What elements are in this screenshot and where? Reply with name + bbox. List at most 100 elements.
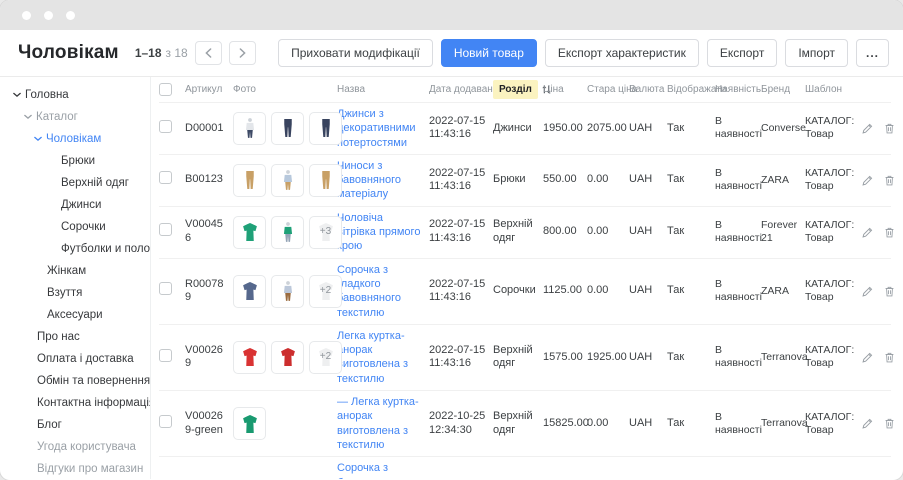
- table-row: V000269 +2Легка куртка-анорак виготовлена…: [159, 324, 891, 390]
- product-name-link[interactable]: Сорочка з гладкого бавовняного текстилю: [337, 263, 424, 320]
- sidebar-item-label: Блог: [37, 419, 62, 431]
- product-name-link[interactable]: Джинси з декоративними потертостями: [337, 107, 424, 150]
- product-photo[interactable]: [271, 112, 304, 145]
- more-photos-badge[interactable]: +2: [309, 341, 342, 374]
- sidebar-item-futbolky-i-polo[interactable]: Футболки и поло: [0, 238, 150, 260]
- hide-modifications-button[interactable]: Приховати модифікації: [278, 39, 433, 67]
- column-header-label[interactable]: Шаблон: [805, 84, 842, 95]
- row-select-cell: [159, 349, 185, 367]
- product-photo[interactable]: [271, 216, 304, 249]
- column-header-label[interactable]: Артикул: [185, 84, 222, 95]
- select-all-checkbox[interactable]: [159, 83, 172, 96]
- product-photo[interactable]: [271, 275, 304, 308]
- date-added-cell: 2022-07-1511:43:16: [429, 218, 493, 246]
- row-checkbox[interactable]: [159, 349, 172, 362]
- row-checkbox[interactable]: [159, 120, 172, 133]
- window-control-dot[interactable]: [66, 11, 75, 20]
- product-currency: UAH: [629, 173, 667, 187]
- product-photo[interactable]: [271, 164, 304, 197]
- sidebar-item-ugoda-korystuvacha[interactable]: Угода користувача: [0, 436, 150, 458]
- product-photo[interactable]: [309, 112, 342, 145]
- row-checkbox[interactable]: [159, 415, 172, 428]
- sidebar-item-vzuttya[interactable]: Взуття: [0, 282, 150, 304]
- sidebar-item-blog[interactable]: Блог: [0, 414, 150, 436]
- product-photo[interactable]: [309, 164, 342, 197]
- sidebar-item-golovna[interactable]: Головна: [0, 84, 150, 106]
- edit-button[interactable]: [861, 122, 874, 135]
- sidebar-item-oplata-i-dostavka[interactable]: Оплата і доставка: [0, 348, 150, 370]
- column-header-label[interactable]: Назва: [337, 84, 365, 95]
- import-button[interactable]: Імпорт: [785, 39, 848, 67]
- sidebar-item-obmin-ta-povernennya[interactable]: Обмін та повернення: [0, 370, 150, 392]
- product-photo[interactable]: [271, 341, 304, 374]
- sidebar-item-bryuky[interactable]: Брюки: [0, 150, 150, 172]
- more-actions-button[interactable]: ...: [856, 39, 889, 67]
- edit-button[interactable]: [861, 174, 874, 187]
- product-photo[interactable]: [233, 112, 266, 145]
- product-brand: ZARA: [761, 285, 805, 298]
- product-sku: V000269: [185, 344, 233, 372]
- product-name-link[interactable]: — Легка куртка-анорак виготовлена з текс…: [337, 395, 424, 452]
- export-button[interactable]: Експорт: [707, 39, 777, 67]
- product-photo[interactable]: [233, 275, 266, 308]
- delete-button[interactable]: [883, 226, 896, 239]
- sidebar-item-dzhynsy[interactable]: Джинси: [0, 194, 150, 216]
- column-header-label[interactable]: Валюта: [629, 84, 664, 95]
- product-display-flag: Так: [667, 417, 715, 431]
- product-photo[interactable]: [233, 164, 266, 197]
- delete-button[interactable]: [883, 351, 896, 364]
- sidebar-item-vidguky-pro-magazyn[interactable]: Відгуки про магазин: [0, 458, 150, 479]
- export-characteristics-button[interactable]: Експорт характеристик: [545, 39, 699, 67]
- product-name-link[interactable]: Чоловіча вітрівка прямого крою: [337, 211, 424, 254]
- more-photos-badge[interactable]: +2: [309, 275, 342, 308]
- time-added: 12:34:30: [429, 424, 488, 438]
- column-header-label[interactable]: Наявність: [715, 84, 761, 95]
- edit-button[interactable]: [861, 351, 874, 364]
- row-select-cell: [159, 223, 185, 241]
- edit-button[interactable]: [861, 417, 874, 430]
- product-price: 1575.00: [543, 351, 587, 365]
- product-photo[interactable]: [233, 216, 266, 249]
- product-photo[interactable]: [233, 407, 266, 440]
- col-brand: Бренд: [761, 84, 805, 95]
- sidebar-item-zhinkam[interactable]: Жінкам: [0, 260, 150, 282]
- sidebar-item-verkhniy-odyag[interactable]: Верхній одяг: [0, 172, 150, 194]
- delete-button[interactable]: [883, 417, 896, 430]
- sidebar-item-label: Взуття: [47, 287, 82, 299]
- column-header-label[interactable]: Розділ: [493, 80, 538, 99]
- row-checkbox[interactable]: [159, 223, 172, 236]
- column-header-label[interactable]: Ціна: [543, 84, 564, 95]
- product-name-link[interactable]: Легка куртка-анорак виготовлена з тексти…: [337, 329, 424, 386]
- edit-button[interactable]: [861, 226, 874, 239]
- sidebar-item-katalog[interactable]: Каталог: [0, 106, 150, 128]
- delete-button[interactable]: [883, 174, 896, 187]
- new-product-button[interactable]: Новий товар: [441, 39, 537, 67]
- window-control-dot[interactable]: [44, 11, 53, 20]
- product-display-flag: Так: [667, 122, 715, 136]
- sidebar-item-sorochky[interactable]: Сорочки: [0, 216, 150, 238]
- more-photos-badge[interactable]: +3: [309, 216, 342, 249]
- delete-button[interactable]: [883, 285, 896, 298]
- product-currency: UAH: [629, 284, 667, 298]
- sidebar-item-cholovikam[interactable]: Чоловікам: [0, 128, 150, 150]
- chevron-down-icon: [13, 92, 21, 98]
- window-control-dot[interactable]: [22, 11, 31, 20]
- product-template: КАТАЛОГ: Товар: [805, 411, 861, 437]
- sidebar-item-pro-nas[interactable]: Про нас: [0, 326, 150, 348]
- next-page-button[interactable]: [229, 41, 256, 65]
- column-header-label[interactable]: Фото: [233, 84, 256, 95]
- column-header-label[interactable]: Бренд: [761, 84, 790, 95]
- sidebar-item-aksesuary[interactable]: Аксесуари: [0, 304, 150, 326]
- product-name-link[interactable]: Сорочка з бавовняного матеріалу притален…: [337, 461, 424, 479]
- more-photos-count: +3: [320, 226, 331, 239]
- row-checkbox[interactable]: [159, 171, 172, 184]
- product-section: Джинси: [493, 122, 543, 136]
- prev-page-button[interactable]: [195, 41, 222, 65]
- sidebar-item-kontaktna-informatsiya[interactable]: Контактна інформація: [0, 392, 150, 414]
- edit-button[interactable]: [861, 285, 874, 298]
- delete-button[interactable]: [883, 122, 896, 135]
- product-display-flag: Так: [667, 351, 715, 365]
- row-checkbox[interactable]: [159, 282, 172, 295]
- product-name-link[interactable]: Чиноси з бавовняного матеріалу: [337, 159, 424, 202]
- product-photo[interactable]: [233, 341, 266, 374]
